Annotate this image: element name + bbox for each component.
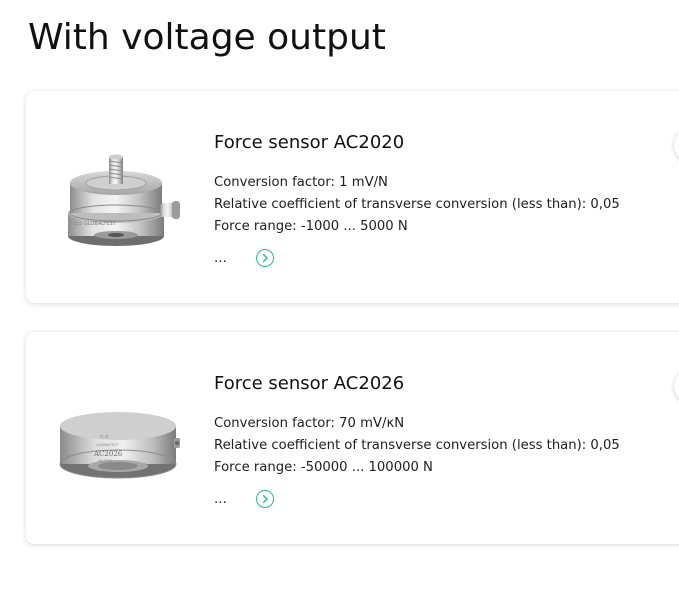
- more-details-button[interactable]: [256, 249, 274, 267]
- page: With voltage output ⊏⊐ GLOBALTEST Force …: [0, 0, 679, 595]
- force-sensor-ac2026-image: ⊏⊐ GLOBALTEST AC2026 №15001: [59, 412, 180, 479]
- card-edge-button[interactable]: [674, 128, 679, 162]
- spec-transverse-coefficient: Relative coefficient of transverse conve…: [214, 197, 620, 212]
- more-ellipsis: ...: [214, 491, 227, 507]
- spec-list: Conversion factor: 70 mV/κN Relative coe…: [214, 413, 620, 479]
- spec-transverse-coefficient: Relative coefficient of transverse conve…: [214, 438, 620, 453]
- card-edge-button[interactable]: [674, 369, 679, 403]
- spec-conversion-factor: Conversion factor: 1 mV/N: [214, 175, 388, 190]
- svg-text:AC2026: AC2026: [93, 450, 123, 458]
- svg-text:GLOBALTEST: GLOBALTEST: [96, 443, 119, 447]
- chevron-right-icon: [262, 494, 268, 504]
- spec-list: Conversion factor: 1 mV/N Relative coeff…: [214, 172, 620, 238]
- more-details-button[interactable]: [256, 490, 274, 508]
- svg-text:⊏⊐ GLOBALTEST: ⊏⊐ GLOBALTEST: [74, 221, 117, 227]
- page-title: With voltage output: [28, 17, 386, 58]
- spec-force-range: Force range: -50000 ... 100000 N: [214, 460, 433, 475]
- svg-text:⊏⊐: ⊏⊐: [100, 434, 108, 440]
- force-sensor-ac2020-image: ⊏⊐ GLOBALTEST: [68, 154, 180, 246]
- spec-conversion-factor: Conversion factor: 70 mV/κN: [214, 416, 405, 431]
- product-title[interactable]: Force sensor AC2020: [214, 131, 404, 155]
- product-card-ac2020[interactable]: ⊏⊐ GLOBALTEST Force sensor AC2020 Conver…: [26, 91, 679, 303]
- product-card-ac2026[interactable]: ⊏⊐ GLOBALTEST AC2026 №15001 Force sensor…: [26, 332, 679, 544]
- product-image[interactable]: ⊏⊐ GLOBALTEST AC2026 №15001: [56, 384, 196, 494]
- chevron-right-icon: [262, 253, 268, 263]
- spec-force-range: Force range: -1000 ... 5000 N: [214, 219, 408, 234]
- more-row: ...: [214, 487, 274, 511]
- product-image[interactable]: ⊏⊐ GLOBALTEST: [56, 143, 196, 253]
- product-title[interactable]: Force sensor AC2026: [214, 372, 404, 396]
- more-ellipsis: ...: [214, 250, 227, 266]
- more-row: ...: [214, 246, 274, 270]
- svg-text:№15001: №15001: [98, 459, 113, 463]
